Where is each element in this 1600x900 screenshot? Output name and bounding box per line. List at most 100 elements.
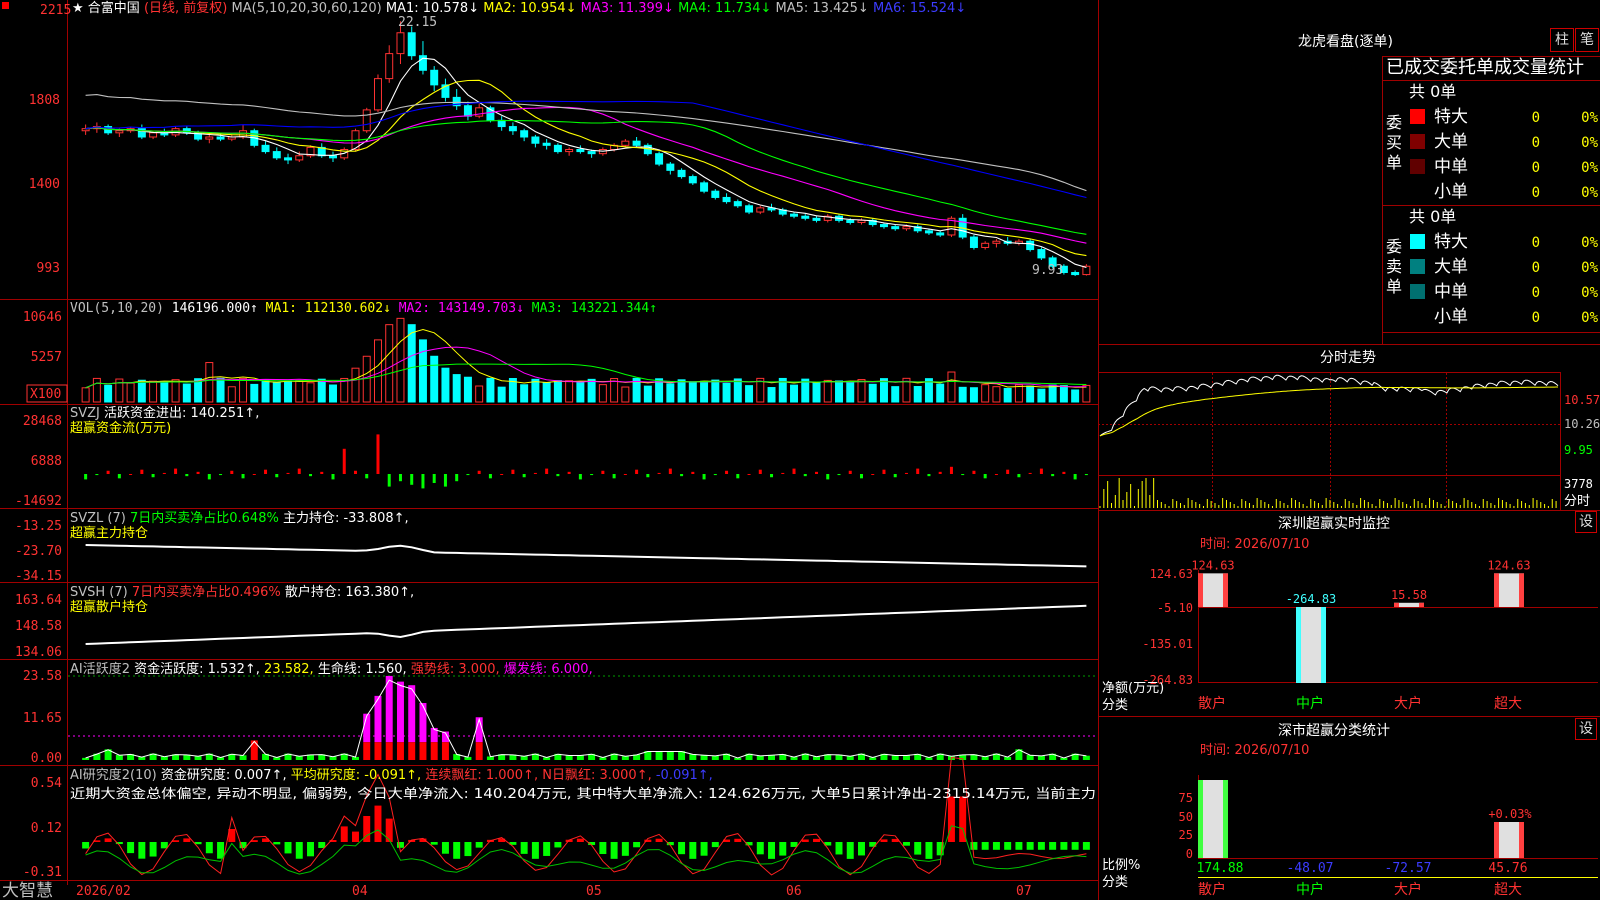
panel-menu-icon[interactable] xyxy=(2,2,9,9)
research-bar xyxy=(858,842,865,856)
monitor-bar-edge xyxy=(1394,602,1399,607)
candle-body xyxy=(284,157,293,161)
svzj-bar xyxy=(792,468,796,474)
volume-bar xyxy=(947,371,956,403)
research-bar xyxy=(1060,842,1068,850)
candle-body xyxy=(520,130,529,138)
intraday-vol-label: 3778 xyxy=(1564,477,1593,491)
volume-bar xyxy=(441,367,450,403)
classify-bar-edge xyxy=(1223,780,1228,858)
research-bar xyxy=(599,842,607,855)
ma1-value: MA1: 10.578↓ xyxy=(386,1,479,16)
size-swatch xyxy=(1410,134,1425,149)
svzj-bar xyxy=(140,469,144,474)
monitor-bar-edge xyxy=(1419,602,1424,607)
volume-bar xyxy=(385,324,394,403)
volume-bar xyxy=(598,384,607,403)
research-bar xyxy=(127,842,135,854)
activity-strong-bar xyxy=(396,742,404,760)
candle-body xyxy=(576,149,585,153)
svzj-bar xyxy=(815,471,819,474)
tick-view-button[interactable]: 笔 xyxy=(1575,28,1599,52)
classify-title: 深市超赢分类统计 xyxy=(1278,722,1390,739)
activity-strong-bar xyxy=(250,740,258,760)
buy-total: 共 0单 xyxy=(1409,82,1456,101)
svzj-bar xyxy=(207,474,211,480)
activity-strong-bar xyxy=(475,742,483,760)
size-label: 中单 xyxy=(1434,282,1468,302)
research-bar xyxy=(1071,842,1079,850)
volume-bar xyxy=(711,379,720,403)
monitor-category: 超大 xyxy=(1494,696,1522,712)
volume-bar xyxy=(553,380,562,403)
svzj-bar xyxy=(601,470,605,474)
size-percent: 0% xyxy=(1581,235,1598,251)
candle-body xyxy=(329,155,337,159)
size-percent: 0% xyxy=(1581,310,1598,326)
volume-bar xyxy=(1071,389,1080,403)
candle-body xyxy=(1026,240,1035,251)
research-bar xyxy=(217,842,225,859)
svzj-bar xyxy=(353,470,357,474)
volume-bar xyxy=(216,377,225,403)
volume-bar xyxy=(587,378,596,403)
classify-settings-button[interactable]: 设 xyxy=(1575,718,1597,740)
svzj-bar xyxy=(365,474,369,479)
volume-bar xyxy=(1026,385,1035,403)
monitor-settings-button[interactable]: 设 xyxy=(1575,511,1597,533)
svzj-bar xyxy=(545,468,549,474)
high-price-label: 22.15 xyxy=(398,15,437,30)
volume-bar xyxy=(149,380,158,403)
monitor-xlabel: 分类 xyxy=(1102,698,1128,713)
sell-total: 共 0单 xyxy=(1409,207,1456,226)
volume-bar xyxy=(486,377,495,403)
svzj-bar xyxy=(916,468,920,474)
candle-body xyxy=(879,224,888,228)
monitor-bar xyxy=(1494,573,1524,607)
candle-body xyxy=(700,182,709,192)
research-bar xyxy=(1015,842,1023,850)
classify-ylabel: 比例% xyxy=(1102,858,1140,873)
svzj-bar xyxy=(904,472,908,474)
research-bar xyxy=(734,838,742,842)
svg-text:买: 买 xyxy=(1386,133,1402,152)
svzj-bar xyxy=(725,470,729,474)
svzj-bar xyxy=(1073,474,1077,480)
price-axis-top: 2215 xyxy=(40,3,71,18)
svzj-bar xyxy=(331,474,335,480)
candle-body xyxy=(115,130,124,134)
date-tick: 04 xyxy=(352,884,368,899)
svzj-bar xyxy=(443,474,447,487)
svzl-tick: -23.70 xyxy=(15,544,62,559)
svzj-bar xyxy=(522,474,526,478)
intraday-tick: 10.26 xyxy=(1564,417,1600,431)
svzj-bar xyxy=(410,474,414,485)
column-view-button[interactable]: 柱 xyxy=(1550,28,1574,52)
candle-body xyxy=(497,119,506,128)
monitor-date: 时间: 2026/07/10 xyxy=(1200,537,1309,552)
classify-value-label: 45.76 xyxy=(1488,861,1527,876)
svg-text:委: 委 xyxy=(1386,113,1402,132)
research-bar xyxy=(160,842,168,849)
svzj-bar xyxy=(455,474,459,482)
classify-date: 时间: 2026/07/10 xyxy=(1200,743,1309,758)
classify-value-label: -48.07 xyxy=(1287,861,1334,876)
volume-bar xyxy=(790,384,799,403)
intraday-tick: 9.95 xyxy=(1564,443,1593,457)
volume-bar xyxy=(823,379,832,403)
monitor-bar xyxy=(1394,602,1424,607)
classify-bar xyxy=(1494,822,1524,858)
research-bar xyxy=(655,838,663,842)
research-bar xyxy=(543,842,551,856)
volume-bar xyxy=(722,382,731,403)
volume-bar xyxy=(295,379,304,403)
svzj-bar xyxy=(680,474,684,477)
volume-bar xyxy=(137,379,146,403)
research-bar xyxy=(835,842,843,855)
candle-body xyxy=(891,226,900,230)
stock-chart-canvas[interactable]: 124.63-5.10-135.01-264.83124.63散户-264.83… xyxy=(0,0,1600,900)
sell-side-label: 委卖单 xyxy=(1386,237,1402,296)
candle-body xyxy=(790,213,799,217)
size-percent: 0% xyxy=(1581,110,1598,126)
monitor-tick: -5.10 xyxy=(1157,601,1193,615)
